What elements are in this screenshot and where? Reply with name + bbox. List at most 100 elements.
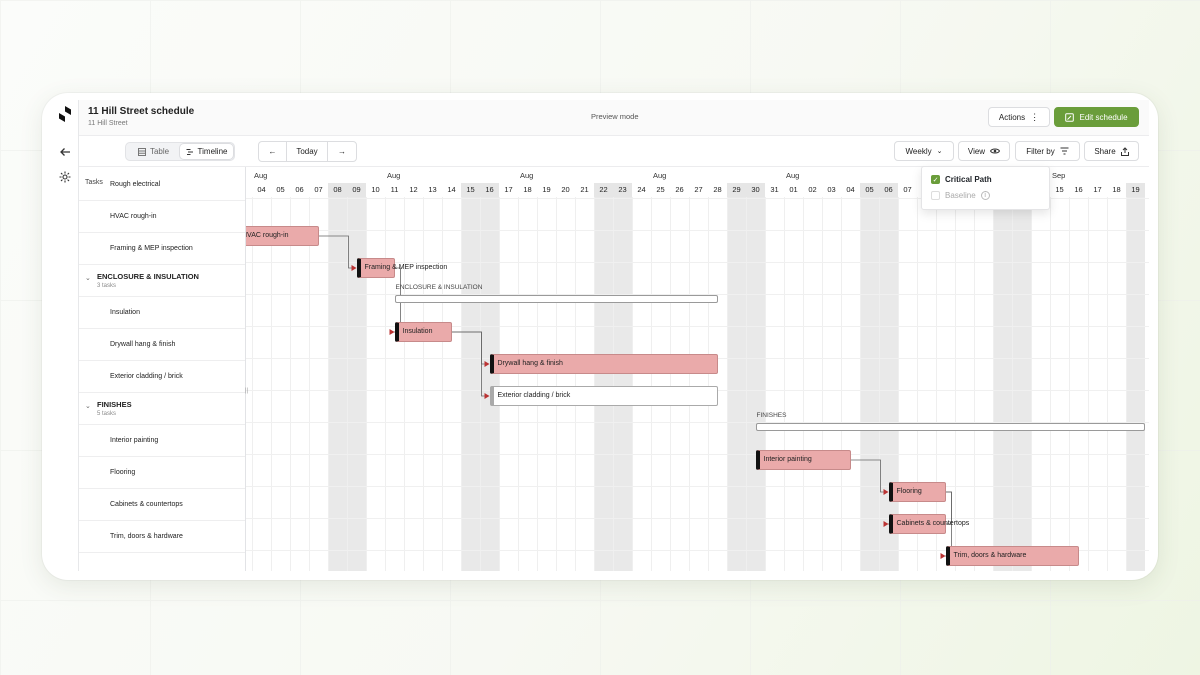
more-vertical-icon: ⋮ [1030, 112, 1040, 122]
task-group-row[interactable]: ⌄ ENCLOSURE & INSULATION 3 tasks [79, 265, 245, 297]
dependency-link [850, 459, 886, 493]
task-name: Flooring [110, 469, 136, 476]
back-arrow-icon[interactable] [58, 145, 72, 159]
table-view-tab[interactable]: Table [127, 144, 180, 159]
task-name: FINISHES [97, 400, 132, 409]
task-row[interactable]: Rough electrical [79, 169, 245, 201]
task-bar[interactable]: Framing & MEP inspection [356, 258, 447, 278]
task-row[interactable]: Insulation [79, 297, 245, 329]
summary-bar[interactable] [394, 295, 718, 303]
task-bar[interactable]: Insulation [394, 322, 452, 342]
task-count: 5 tasks [97, 411, 117, 417]
task-name: Interior painting [110, 437, 159, 444]
checkbox-checked-icon: ✓ [931, 175, 940, 184]
checkbox-unchecked-icon [931, 191, 940, 200]
critical-path-option[interactable]: ✓ Critical Path [931, 175, 992, 184]
summary-bar[interactable] [755, 423, 1145, 431]
weekly-select[interactable]: Weekly ⌄ [894, 141, 954, 161]
eye-icon [990, 148, 1001, 154]
actions-label: Actions [998, 112, 1026, 122]
link-arrow-icon [484, 361, 490, 367]
view-toggle: Table Timeline [125, 142, 235, 161]
summary-label: ENCLOSURE & INSULATION [395, 284, 483, 291]
chevron-down-icon: ⌄ [936, 148, 943, 155]
task-bar[interactable]: Flooring [888, 482, 946, 502]
table-icon [137, 147, 146, 156]
weekly-label: Weekly [905, 146, 932, 156]
task-bar[interactable]: Drywall hang & finish [489, 354, 718, 374]
task-row[interactable]: Flooring [79, 457, 245, 489]
task-row[interactable]: Interior painting [79, 425, 245, 457]
gantt-timeline: 3040506070809101112131415161718192021222… [246, 167, 1149, 571]
timeline-tab-label: Timeline [197, 147, 228, 156]
link-arrow-icon [389, 329, 395, 335]
task-row[interactable]: Trim, doors & hardware [79, 521, 245, 553]
share-button[interactable]: Share [1084, 141, 1139, 161]
timeline-icon [186, 148, 193, 155]
summary-label: FINISHES [756, 412, 787, 419]
edit-icon [1065, 112, 1075, 122]
task-name: Cabinets & countertops [110, 501, 183, 508]
previous-arrow-icon[interactable]: ← [259, 142, 287, 161]
dependency-link [318, 235, 354, 269]
task-group-row[interactable]: ⌄ FINISHES 5 tasks [79, 393, 245, 425]
task-bar[interactable]: Trim, doors & hardware [945, 546, 1079, 566]
settings-gear-icon[interactable] [58, 170, 72, 184]
link-arrow-icon [883, 489, 889, 495]
view-label: View [967, 146, 986, 156]
app-header: 11 Hill Street schedule 11 Hill Street P… [79, 100, 1149, 136]
today-button[interactable]: Today [287, 142, 328, 161]
view-options-menu: ✓ Critical Path Baseline i [921, 166, 1050, 210]
link-arrow-icon [484, 393, 490, 399]
app-logo-icon [59, 106, 71, 122]
view-button[interactable]: View [958, 141, 1010, 161]
chevron-down-icon[interactable]: ⌄ [85, 274, 91, 282]
chevron-down-icon[interactable]: ⌄ [85, 402, 91, 410]
task-name: Insulation [110, 309, 140, 316]
task-row[interactable]: HVAC rough-in [79, 201, 245, 233]
share-label: Share [1094, 146, 1116, 156]
task-name: Drywall hang & finish [110, 341, 176, 348]
task-name: ENCLOSURE & INSULATION [97, 272, 199, 281]
task-name: Exterior cladding / brick [110, 373, 183, 380]
task-row[interactable]: Cabinets & countertops [79, 489, 245, 521]
filter-icon [1060, 147, 1069, 155]
actions-button[interactable]: Actions ⋮ [988, 107, 1050, 127]
next-arrow-icon[interactable]: → [328, 142, 356, 161]
schedule-title: 11 Hill Street schedule [88, 106, 195, 117]
critical-path-label: Critical Path [945, 175, 992, 184]
edit-schedule-button[interactable]: Edit schedule [1054, 107, 1139, 127]
task-name: Framing & MEP inspection [110, 245, 193, 252]
baseline-label: Baseline [945, 191, 976, 200]
task-bar[interactable]: Cabinets & countertops [888, 514, 969, 534]
task-bar[interactable]: Interior painting [755, 450, 851, 470]
task-bar[interactable]: Exterior cladding / brick [489, 386, 718, 406]
task-list: Tasks Rough electrical HVAC rough-in Frami… [79, 167, 246, 571]
timeline-view-tab[interactable]: Timeline [180, 144, 233, 159]
preview-mode-label: Preview mode [591, 112, 639, 121]
link-arrow-icon [883, 521, 889, 527]
task-bar[interactable]: HVAC rough-in [246, 226, 319, 246]
resize-handle[interactable]: || [245, 388, 248, 394]
task-name: HVAC rough-in [110, 213, 157, 220]
filter-label: Filter by [1026, 146, 1055, 156]
dependency-link [451, 331, 487, 397]
edit-schedule-label: Edit schedule [1079, 112, 1128, 122]
info-icon: i [980, 191, 990, 200]
project-address: 11 Hill Street [88, 120, 128, 127]
table-tab-label: Table [149, 147, 170, 156]
task-name: Trim, doors & hardware [110, 533, 183, 540]
link-arrow-icon [351, 265, 357, 271]
task-row[interactable]: Drywall hang & finish [79, 329, 245, 361]
task-row[interactable]: Framing & MEP inspection [79, 233, 245, 265]
link-arrow-icon [940, 553, 946, 559]
side-rail [52, 100, 79, 571]
baseline-option[interactable]: Baseline i [931, 191, 990, 200]
date-navigation: ← Today → [258, 141, 357, 162]
share-icon [1120, 146, 1129, 156]
task-count: 3 tasks [97, 283, 117, 289]
task-name: Rough electrical [110, 181, 161, 188]
toolbar: Table Timeline ← Today → Weekly ⌄ View F… [79, 136, 1149, 167]
task-row[interactable]: Exterior cladding / brick [79, 361, 245, 393]
filter-button[interactable]: Filter by [1015, 141, 1080, 161]
